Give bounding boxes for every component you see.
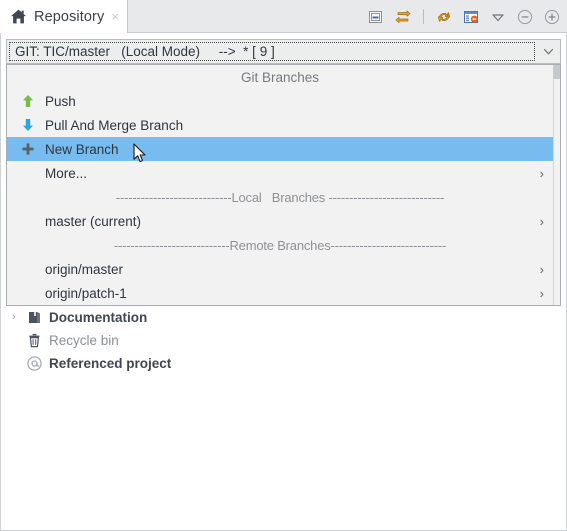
chevron-right-icon[interactable]: › (540, 287, 544, 300)
no-icon (19, 213, 37, 229)
arrow-up-icon (19, 93, 37, 109)
home-icon (11, 9, 26, 24)
menu-item-more[interactable]: More... › (7, 161, 560, 185)
menu-item-label: More... (45, 165, 88, 181)
minimize-view-icon[interactable] (367, 8, 385, 26)
tree-label: Recycle bin (49, 333, 119, 348)
menu-item-new-branch[interactable]: New Branch (7, 137, 560, 161)
tree-row[interactable]: Recycle bin (0, 329, 567, 352)
branch-combo-box[interactable]: GIT: TIC/master (Local Mode) --> * [ 9 ] (6, 39, 561, 64)
dropdown-scrollbar[interactable] (553, 65, 560, 305)
tab-label: Repository (34, 8, 105, 25)
no-icon (19, 285, 37, 301)
combo-value-area[interactable]: GIT: TIC/master (Local Mode) --> * [ 9 ] (9, 42, 535, 61)
menu-item-master-current[interactable]: master (current) › (7, 209, 560, 233)
at-icon (27, 356, 42, 371)
book-icon (29, 312, 40, 323)
chevron-down-icon[interactable] (536, 40, 560, 63)
tree-row[interactable]: › Documentation (0, 306, 567, 329)
arrow-down-icon (19, 117, 37, 133)
chevron-right-icon[interactable]: › (540, 263, 544, 276)
chevron-right-icon[interactable]: › (540, 215, 544, 228)
chevron-right-icon[interactable]: › (540, 167, 544, 180)
menu-item-label: origin/master (45, 261, 124, 277)
minimize-icon[interactable] (516, 8, 534, 26)
toolbar-separator (423, 9, 424, 24)
refresh-arrows-icon[interactable] (435, 8, 453, 26)
git-branches-dropdown: Git Branches Push Pull And Merge Branch … (6, 64, 561, 306)
close-icon[interactable]: × (111, 10, 119, 23)
dropdown-scrollbar-thumb[interactable] (553, 65, 560, 79)
trash-icon (29, 333, 40, 348)
no-icon (19, 165, 37, 181)
menu-item-label: New Branch (45, 141, 119, 157)
separator-local-branches: ----------------------------Local Branch… (115, 189, 445, 205)
maximize-icon[interactable] (543, 8, 561, 26)
tab-repository[interactable]: Repository × (0, 0, 128, 33)
menu-item-origin-patch-1[interactable]: origin/patch-1 › (7, 281, 560, 305)
menu-item-pull-and-merge-branch[interactable]: Pull And Merge Branch (7, 113, 560, 137)
menu-item-label: origin/patch-1 (45, 285, 127, 301)
dropdown-header: Git Branches (240, 69, 320, 85)
tree-row[interactable]: Referenced project (0, 352, 567, 375)
tree-label: Referenced project (49, 356, 172, 371)
plus-icon (19, 141, 37, 157)
combo-value: GIT: TIC/master (Local Mode) --> * [ 9 ] (15, 44, 275, 59)
view-toolbar (367, 0, 561, 33)
menu-item-label: master (current) (45, 213, 142, 229)
menu-item-push[interactable]: Push (7, 89, 560, 113)
tree-label: Documentation (49, 310, 148, 325)
menu-item-origin-master[interactable]: origin/master › (7, 257, 560, 281)
no-icon (19, 261, 37, 277)
separator-remote-branches: ----------------------------Remote Branc… (113, 237, 447, 253)
expander-icon[interactable]: › (12, 312, 26, 323)
tab-strip: Repository × (0, 0, 567, 33)
sync-arrows-icon[interactable] (394, 8, 412, 26)
menu-item-label: Pull And Merge Branch (45, 117, 184, 133)
menu-item-label: Push (45, 93, 76, 109)
properties-view-icon[interactable] (462, 8, 480, 26)
view-menu-chevron-icon[interactable] (489, 8, 507, 26)
